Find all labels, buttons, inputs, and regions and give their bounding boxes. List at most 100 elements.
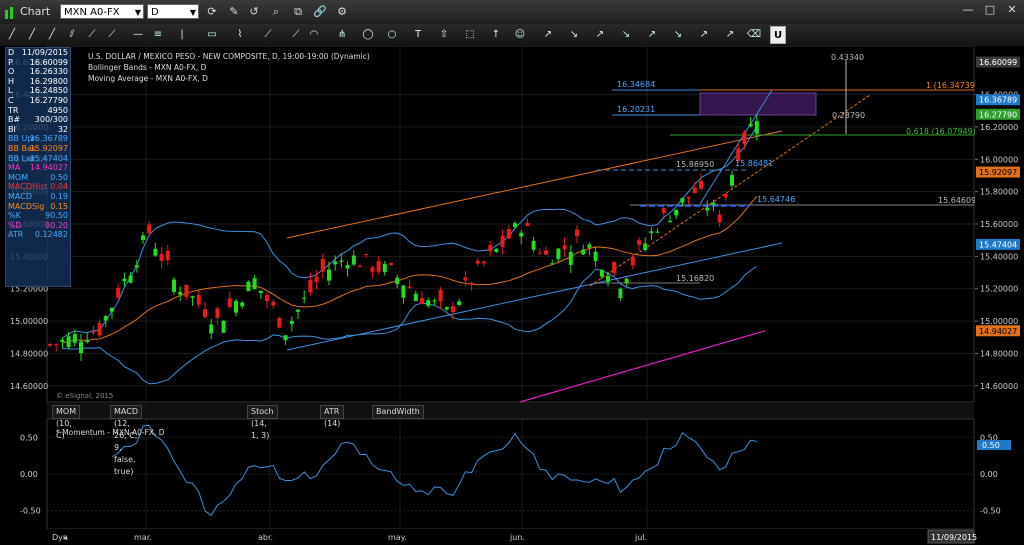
annotation-level-3: 15.86950: [676, 160, 714, 169]
annotation-level-4: 15.86481: [735, 159, 773, 168]
arrow-tool-8-icon[interactable]: ↗: [722, 26, 738, 44]
close-icon[interactable]: ✕: [1004, 2, 1020, 18]
fan-icon[interactable]: ⟋: [288, 26, 304, 44]
candle-body: [221, 320, 226, 333]
candle-body: [519, 232, 524, 237]
text-tool-icon[interactable]: T: [410, 26, 426, 44]
title-bar: Chart MXN A0-FX ▼ D ▼ ⟳ ✎ ↺ ⌕ ⧉ 🔗 ⚙ — □ …: [0, 0, 1024, 25]
tab-atr[interactable]: ATR (14): [320, 405, 345, 428]
data-window-row: BI 32: [6, 125, 70, 135]
chevron-down-icon[interactable]: ▼: [135, 5, 141, 20]
arrow-tool-4-icon[interactable]: ↘: [618, 26, 634, 44]
shape-icon[interactable]: ⬚: [462, 26, 478, 44]
candle-body: [668, 220, 672, 223]
line-tool-icon[interactable]: ╱: [4, 26, 20, 44]
candle-body: [593, 251, 598, 262]
chevron-down-icon[interactable]: ▼: [190, 5, 196, 20]
data-window-row: BB Bas 15.92097: [6, 144, 70, 154]
arc-icon[interactable]: ◠: [306, 26, 322, 44]
candle-body: [265, 294, 269, 301]
candle-body: [178, 291, 183, 295]
candle-body: [692, 187, 697, 194]
data-window-value: 4950: [47, 105, 68, 115]
smiley-icon[interactable]: ☺: [512, 26, 528, 44]
template-icon[interactable]: ⧉: [290, 4, 306, 20]
data-window-label: C: [8, 95, 14, 105]
interval-field[interactable]: D ▼: [147, 4, 199, 19]
magnet-icon[interactable]: U: [770, 26, 786, 44]
arrow-tool-5-icon[interactable]: ↗: [644, 26, 660, 44]
minimize-icon[interactable]: —: [960, 2, 976, 18]
candle-body: [717, 214, 722, 223]
candle-body: [494, 248, 499, 252]
arrow-tool-7-icon[interactable]: ↗: [696, 26, 712, 44]
annotation-measure: 0.43340: [831, 53, 864, 62]
arrow-tool-2-icon[interactable]: ↘: [566, 26, 582, 44]
ray-tool-icon[interactable]: ╱: [24, 26, 40, 44]
data-window-value: 16.60099: [29, 57, 68, 67]
tab-macd[interactable]: MACD (12, 26, C, 9, false, true): [110, 405, 142, 476]
annotation-level-2: 16.20231: [617, 105, 655, 114]
data-window-label: MOM: [8, 172, 29, 182]
extended-line-icon[interactable]: ╱: [44, 26, 60, 44]
cycle-icon[interactable]: ⌇: [232, 26, 248, 44]
symbol-field[interactable]: MXN A0-FX ▼: [60, 4, 144, 19]
momentum-tag-value: 0.50: [982, 441, 1000, 450]
hline-icon[interactable]: —: [130, 26, 146, 44]
search-icon[interactable]: ⌕: [268, 4, 284, 20]
legend-line-2: Bollinger Bands - MXN A0-FX, D: [88, 63, 207, 72]
data-window-row: B# 300/300: [6, 115, 70, 125]
candle-body: [599, 269, 604, 277]
candle-body: [463, 277, 468, 281]
link-icon[interactable]: 🔗: [312, 4, 328, 20]
arrow-tool-icon[interactable]: ↗: [540, 26, 556, 44]
fib-icon[interactable]: ≡: [150, 26, 166, 44]
data-window-value: 0.15: [50, 201, 68, 211]
candle-body: [754, 121, 759, 134]
data-window-value: 90.50: [45, 211, 68, 221]
chart-canvas[interactable]: 0.43340 1 (16.34739) 0.618 (16.07949) 0.…: [0, 46, 1024, 545]
gann-icon[interactable]: ⟋: [260, 26, 276, 44]
circle-icon[interactable]: ○: [384, 26, 400, 44]
settings-icon[interactable]: ⚙: [334, 4, 350, 20]
annotation-level-1: 16.34684: [617, 80, 655, 89]
maximize-icon[interactable]: □: [982, 2, 998, 18]
annotation-level-5: 15.64746: [757, 195, 795, 204]
undo-icon[interactable]: ↺: [246, 4, 262, 20]
price-tag-label: 16.27790: [979, 110, 1017, 119]
price-tag-label: 16.36789: [979, 96, 1017, 105]
annotation-retrace: 0.28790: [832, 111, 865, 120]
vline-icon[interactable]: |: [174, 26, 190, 44]
trend-tool-icon[interactable]: ⟋: [84, 26, 100, 44]
data-window[interactable]: D 11/09/2015 P 16.60099 O 16.26330 H 16.29800 L 1…: [5, 47, 71, 287]
ellipse-icon[interactable]: ◯: [360, 26, 376, 44]
data-window-value: 16.27790: [29, 95, 68, 105]
candle-body: [649, 231, 654, 233]
up-arrow-icon[interactable]: ↑: [488, 26, 504, 44]
data-window-row: O 16.26330: [6, 67, 70, 77]
data-window-row: TR 4950: [6, 106, 70, 116]
momentum-legend: * Momentum - MXN A0-FX, D: [56, 428, 165, 437]
tab-stoch[interactable]: Stoch (14, 1, 3): [247, 405, 278, 440]
rectangle-icon[interactable]: ▭: [204, 26, 220, 44]
data-window-value: 15.47404: [29, 153, 68, 163]
data-window-label: H: [8, 76, 15, 86]
price-tick-label: 15.60000: [980, 220, 1018, 229]
channel-tool-icon[interactable]: ⫽: [64, 26, 80, 44]
pitchfork-icon[interactable]: ⋔: [334, 26, 350, 44]
candle-body: [544, 250, 548, 255]
scroll-left-icon[interactable]: ◂: [63, 534, 67, 542]
arrow-up-icon[interactable]: ⇧: [436, 26, 452, 44]
refresh-icon[interactable]: ⟳: [204, 4, 220, 20]
eraser-icon[interactable]: ⌫: [746, 26, 762, 44]
arrow-tool-3-icon[interactable]: ↗: [592, 26, 608, 44]
data-window-value: 16.26330: [29, 67, 68, 77]
tab-bandwidth[interactable]: BandWidth: [372, 405, 424, 419]
pencil-icon[interactable]: ✎: [226, 4, 242, 20]
arrow-tool-6-icon[interactable]: ↘: [670, 26, 686, 44]
candle-body: [172, 279, 176, 292]
candle-body: [444, 307, 449, 310]
candle-body: [60, 339, 65, 342]
regression-icon[interactable]: ⟋: [104, 26, 120, 44]
tab-mom[interactable]: MOM (10, C): [52, 405, 81, 440]
